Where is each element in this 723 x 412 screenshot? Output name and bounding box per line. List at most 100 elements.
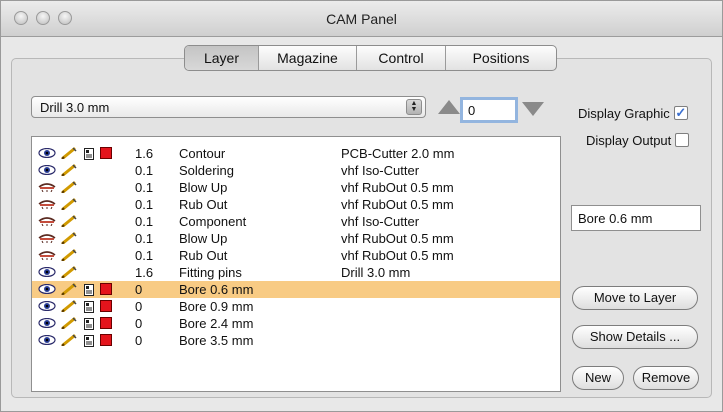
cam-panel-window: CAM Panel Layer Magazine Control Positio… — [0, 0, 723, 412]
tab-control[interactable]: Control — [357, 46, 446, 70]
display-graphic-checkbox[interactable]: ✓ — [673, 106, 688, 120]
eye-open-icon[interactable] — [38, 284, 56, 294]
layer-tool: vhf RubOut 0.5 mm — [341, 231, 454, 246]
pencil-icon[interactable] — [61, 300, 77, 312]
layer-list[interactable]: 1.6 Contour PCB-Cutter 2.0 mm 0.1 Soldering v… — [31, 136, 561, 392]
layer-depth: 1.6 — [135, 265, 154, 280]
tool-select[interactable]: Drill 3.0 mm ▲ ▼ — [31, 96, 426, 118]
layer-depth: 0.1 — [135, 214, 154, 229]
selected-layer-field[interactable]: Bore 0.6 mm — [571, 205, 701, 231]
layer-color-swatch[interactable] — [100, 147, 112, 159]
layer-color-swatch[interactable] — [100, 283, 112, 295]
tab-positions[interactable]: Positions — [446, 46, 556, 70]
layer-row[interactable]: 0.1 Blow Up vhf RubOut 0.5 mm — [32, 230, 560, 247]
layer-color-swatch[interactable] — [100, 334, 112, 346]
display-output-checkbox[interactable] — [675, 133, 690, 147]
updown-arrows-icon: ▲ ▼ — [406, 99, 422, 115]
document-icon[interactable] — [84, 318, 94, 330]
layer-name: Bore 2.4 mm — [179, 316, 254, 331]
tab-magazine[interactable]: Magazine — [259, 46, 357, 70]
layer-name: Bore 0.6 mm — [179, 282, 254, 297]
layer-depth: 0 — [135, 282, 143, 297]
tab-layer[interactable]: Layer — [185, 46, 259, 70]
layer-name: Rub Out — [179, 248, 228, 263]
layer-order-field[interactable]: 0 — [460, 97, 518, 123]
tool-select-value: Drill 3.0 mm — [40, 100, 110, 115]
layer-tool: vhf RubOut 0.5 mm — [341, 180, 454, 195]
layer-row[interactable]: 0 Bore 2.4 mm — [32, 315, 560, 332]
layer-row[interactable]: 0.1 Component vhf Iso-Cutter — [32, 213, 560, 230]
display-graphic-label: Display Graphic — [578, 105, 670, 121]
layer-row[interactable]: 0.1 Blow Up vhf RubOut 0.5 mm — [32, 179, 560, 196]
pencil-icon[interactable] — [61, 249, 77, 261]
pencil-icon[interactable] — [61, 317, 77, 329]
document-icon[interactable] — [84, 335, 94, 347]
increment-arrow-icon[interactable] — [438, 100, 460, 114]
pencil-icon[interactable] — [61, 164, 77, 176]
layer-tool: vhf Iso-Cutter — [341, 163, 420, 178]
eye-open-icon[interactable] — [38, 165, 56, 175]
layer-name: Blow Up — [179, 180, 228, 195]
layer-tool: Drill 3.0 mm — [341, 265, 411, 280]
eye-closed-icon[interactable] — [38, 250, 56, 260]
layer-depth: 0.1 — [135, 248, 154, 263]
layer-row[interactable]: 0 Bore 0.9 mm — [32, 298, 560, 315]
show-details-button[interactable]: Show Details ... — [572, 325, 698, 349]
pencil-icon[interactable] — [61, 232, 77, 244]
layer-row[interactable]: 0.1 Rub Out vhf RubOut 0.5 mm — [32, 247, 560, 264]
document-icon[interactable] — [84, 148, 94, 160]
pencil-icon[interactable] — [61, 198, 77, 210]
layer-name: Bore 3.5 mm — [179, 333, 254, 348]
eye-closed-icon[interactable] — [38, 182, 56, 192]
layer-name: Fitting pins — [179, 265, 242, 280]
eye-closed-icon[interactable] — [38, 216, 56, 226]
layer-tool: vhf RubOut 0.5 mm — [341, 197, 454, 212]
layer-row[interactable]: 0.1 Soldering vhf Iso-Cutter — [32, 162, 560, 179]
layer-depth: 0.1 — [135, 197, 154, 212]
remove-button[interactable]: Remove — [633, 366, 699, 390]
eye-open-icon[interactable] — [38, 148, 56, 158]
layer-depth: 0 — [135, 316, 143, 331]
layer-tool: PCB-Cutter 2.0 mm — [341, 146, 455, 161]
eye-closed-icon[interactable] — [38, 233, 56, 243]
layer-depth: 0 — [135, 299, 143, 314]
layer-row[interactable]: 0.1 Rub Out vhf RubOut 0.5 mm — [32, 196, 560, 213]
layer-depth: 0 — [135, 333, 143, 348]
layer-depth: 0.1 — [135, 231, 154, 246]
layer-row[interactable]: 1.6 Contour PCB-Cutter 2.0 mm — [32, 145, 560, 162]
layer-tool: vhf Iso-Cutter — [341, 214, 420, 229]
pencil-icon[interactable] — [61, 266, 77, 278]
layer-row[interactable]: 1.6 Fitting pins Drill 3.0 mm — [32, 264, 560, 281]
tab-bar: Layer Magazine Control Positions — [184, 45, 557, 71]
pencil-icon[interactable] — [61, 334, 77, 346]
eye-open-icon[interactable] — [38, 318, 56, 328]
pencil-icon[interactable] — [61, 215, 77, 227]
layer-name: Soldering — [179, 163, 234, 178]
new-button[interactable]: New — [572, 366, 624, 390]
move-to-layer-button[interactable]: Move to Layer — [572, 286, 698, 310]
layer-row[interactable]: 0 Bore 0.6 mm — [32, 281, 560, 298]
display-output-label: Display Output — [586, 132, 672, 148]
eye-open-icon[interactable] — [38, 335, 56, 345]
decrement-arrow-icon[interactable] — [522, 102, 544, 116]
document-icon[interactable] — [84, 301, 94, 313]
title-bar[interactable]: CAM Panel — [1, 1, 722, 37]
layer-row[interactable]: 0 Bore 3.5 mm — [32, 332, 560, 349]
layer-name: Blow Up — [179, 231, 228, 246]
layer-color-swatch[interactable] — [100, 300, 112, 312]
layer-depth: 0.1 — [135, 180, 154, 195]
display-graphic-option[interactable]: Display Graphic ✓ — [578, 104, 688, 122]
layer-color-swatch[interactable] — [100, 317, 112, 329]
eye-closed-icon[interactable] — [38, 199, 56, 209]
pencil-icon[interactable] — [61, 181, 77, 193]
window-title: CAM Panel — [326, 11, 397, 27]
layer-name: Rub Out — [179, 197, 228, 212]
display-output-option[interactable]: Display Output — [586, 131, 690, 149]
layer-depth: 0.1 — [135, 163, 154, 178]
pencil-icon[interactable] — [61, 283, 77, 295]
eye-open-icon[interactable] — [38, 301, 56, 311]
document-icon[interactable] — [84, 284, 94, 296]
layer-name: Bore 0.9 mm — [179, 299, 254, 314]
eye-open-icon[interactable] — [38, 267, 56, 277]
pencil-icon[interactable] — [61, 147, 77, 159]
